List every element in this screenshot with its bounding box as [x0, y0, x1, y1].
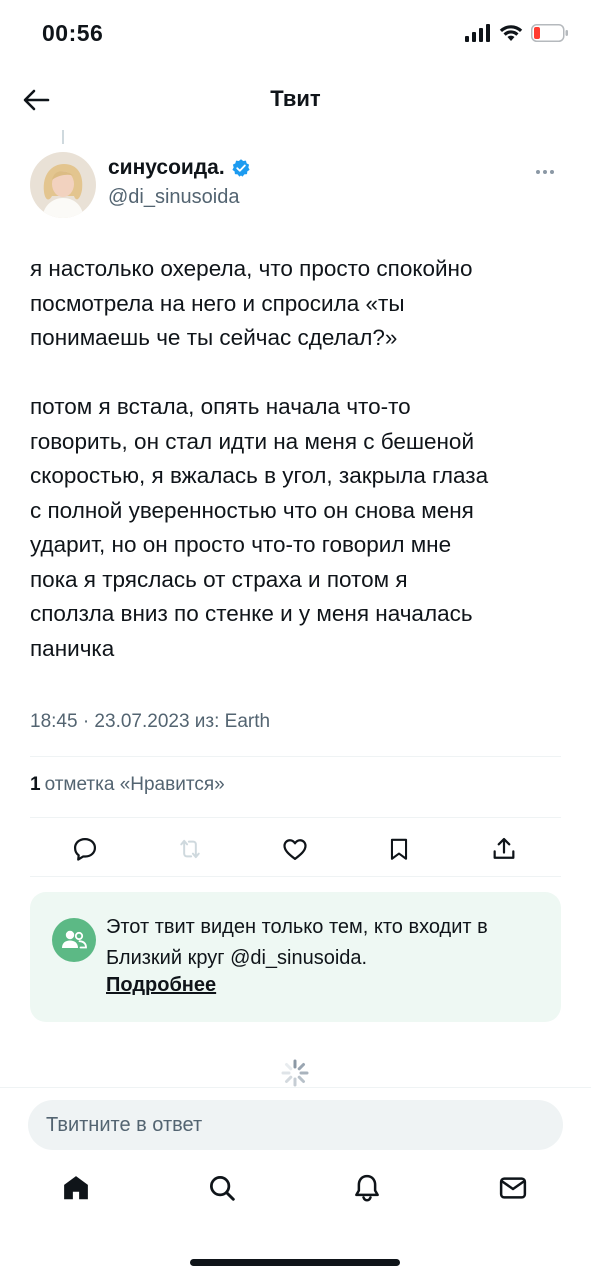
home-indicator [190, 1259, 400, 1266]
divider [30, 876, 561, 877]
notifications-icon [355, 1174, 380, 1202]
page-title: Твит [270, 86, 321, 111]
tab-bar [0, 1170, 591, 1226]
bookmark-button[interactable] [382, 832, 416, 866]
status-bar: 00:56 [0, 0, 591, 70]
signal-icon [465, 24, 490, 42]
people-icon [62, 930, 87, 949]
share-icon [493, 837, 515, 859]
like-button[interactable] [278, 832, 312, 866]
avatar[interactable] [30, 152, 96, 218]
search-icon [209, 1176, 235, 1201]
more-dot [543, 170, 547, 174]
tweet-author: синусоида. @di_sinusoida [30, 152, 561, 218]
bookmark-icon [391, 838, 408, 860]
tweet-timestamp[interactable]: 18:45 · 23.07.2023 из: Earth [30, 711, 270, 733]
status-time: 00:56 [42, 20, 104, 46]
share-button[interactable] [487, 832, 521, 866]
likes-label: отметка «Нравится» [44, 774, 225, 795]
tab-messages[interactable] [495, 1170, 531, 1206]
divider [30, 817, 561, 818]
status-icons [465, 24, 569, 42]
circle-badge [52, 918, 96, 962]
retweet-icon [180, 839, 200, 859]
more-dot [550, 170, 554, 174]
battery-low-icon [531, 24, 568, 42]
tab-home[interactable] [58, 1170, 94, 1206]
tweet-actions [30, 832, 561, 872]
messages-icon [499, 1177, 527, 1199]
divider [30, 756, 561, 757]
reply-input[interactable]: Твитните в ответ [28, 1100, 563, 1150]
tweet-paragraph: я настолько охерела, что просто спокойно… [30, 256, 473, 350]
thread-line [62, 130, 64, 144]
circle-notice-text: Этот твит виден только тем, кто входит в… [106, 916, 488, 969]
likes-summary[interactable]: 1 отметка «Нравится» [30, 774, 225, 796]
more-dot [536, 170, 540, 174]
reply-placeholder: Твитните в ответ [46, 1113, 203, 1136]
tweet-paragraph: потом я встала, опять начала что-то гово… [30, 394, 489, 661]
reply-button[interactable] [68, 832, 102, 866]
circle-notice: Этот твит виден только тем, кто входит в… [30, 892, 561, 1022]
reply-icon [73, 837, 97, 861]
divider [0, 1087, 591, 1088]
learn-more-link[interactable]: Подробнее [106, 974, 216, 997]
author-name[interactable]: синусоида. [108, 156, 225, 180]
retweet-button[interactable] [173, 832, 207, 866]
top-navigation: Твит [0, 72, 591, 128]
home-icon [64, 1176, 88, 1200]
author-name-row: синусоида. [108, 156, 251, 180]
more-options-button[interactable] [529, 162, 561, 182]
verified-badge-icon [232, 159, 250, 177]
like-icon [282, 839, 307, 861]
tab-search[interactable] [204, 1170, 240, 1206]
tab-notifications[interactable] [349, 1170, 385, 1206]
author-handle[interactable]: @di_sinusoida [108, 186, 240, 209]
loading-spinner-icon [281, 1059, 309, 1087]
likes-count: 1 [30, 774, 41, 795]
tweet-text: я настолько охерела, что просто спокойно… [30, 252, 570, 666]
wifi-icon [499, 25, 523, 41]
